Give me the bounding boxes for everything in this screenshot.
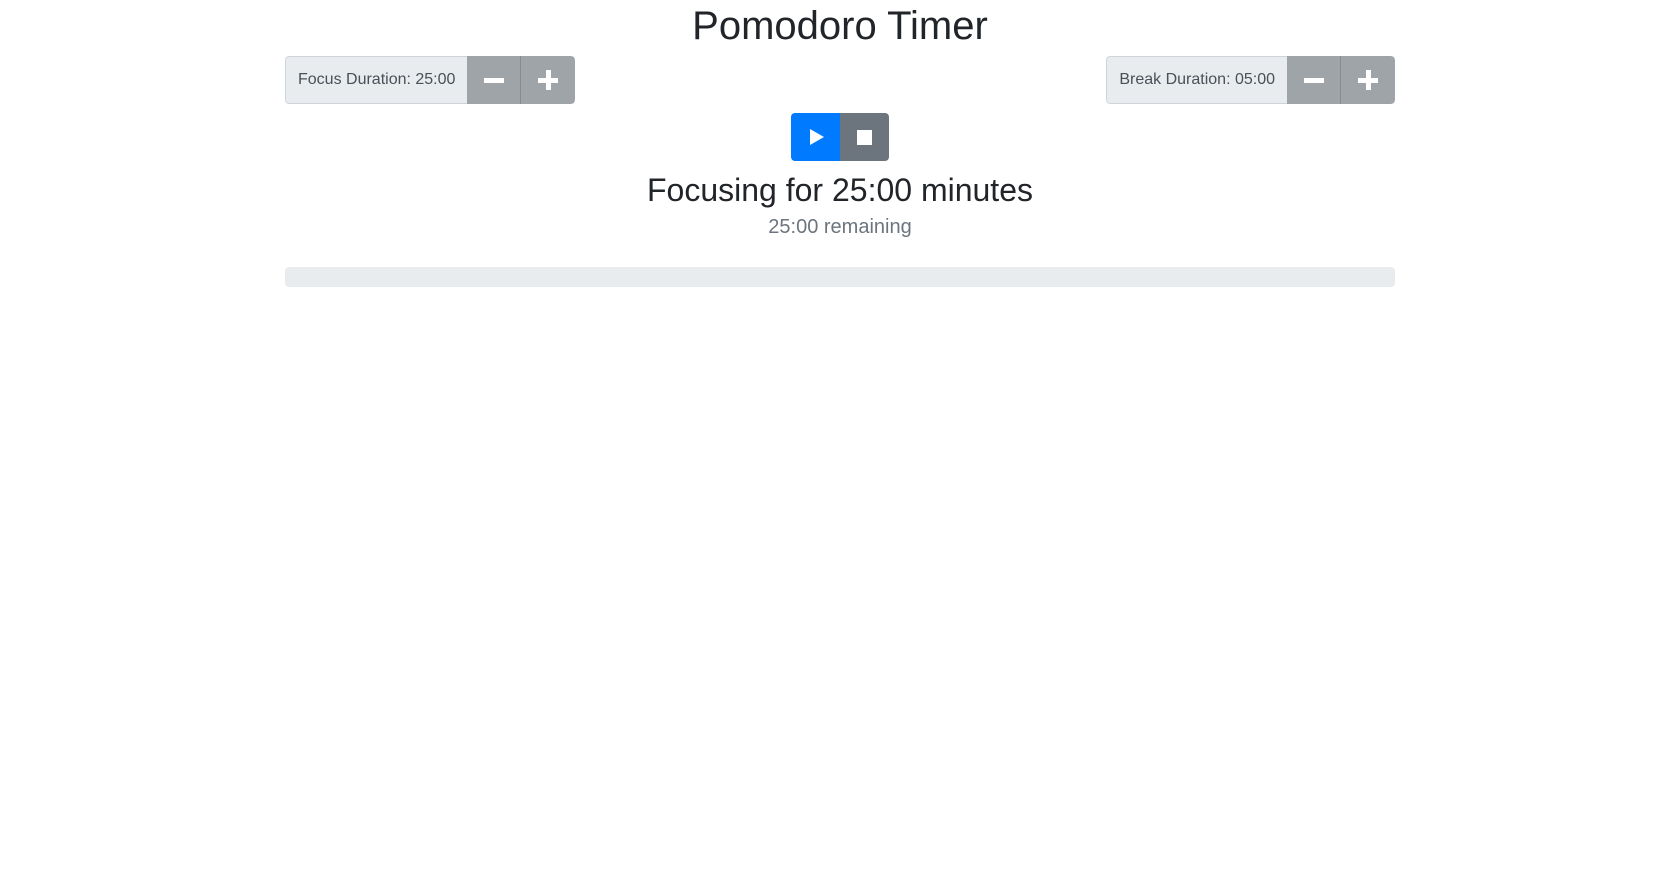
page-title: Pomodoro Timer <box>692 4 988 48</box>
break-decrement-button[interactable] <box>1287 56 1341 104</box>
duration-settings: Focus Duration: 25:00 Break Duration: 05… <box>285 56 1395 104</box>
timer-status-heading: Focusing for 25:00 minutes <box>647 172 1033 208</box>
plus-icon <box>1358 70 1378 90</box>
minus-icon <box>483 77 504 83</box>
break-duration-label: Break Duration: 05:00 <box>1106 56 1287 104</box>
play-icon <box>810 129 824 145</box>
break-increment-button[interactable] <box>1341 56 1395 104</box>
play-button[interactable] <box>791 113 840 161</box>
focus-duration-group: Focus Duration: 25:00 <box>285 56 576 104</box>
focus-decrement-button[interactable] <box>467 56 522 104</box>
focus-increment-button[interactable] <box>521 56 576 104</box>
stop-button[interactable] <box>840 113 889 161</box>
time-remaining-text: 25:00 remaining <box>768 216 912 238</box>
app-container: Pomodoro Timer Focus Duration: 25:00 Bre… <box>285 0 1395 287</box>
minus-icon <box>1303 77 1324 83</box>
plus-icon <box>538 70 559 90</box>
stop-icon <box>857 129 872 145</box>
timer-controls <box>285 113 1395 161</box>
progress-track <box>285 267 1395 287</box>
focus-duration-label: Focus Duration: 25:00 <box>285 56 468 104</box>
break-duration-group: Break Duration: 05:00 <box>1106 56 1395 104</box>
